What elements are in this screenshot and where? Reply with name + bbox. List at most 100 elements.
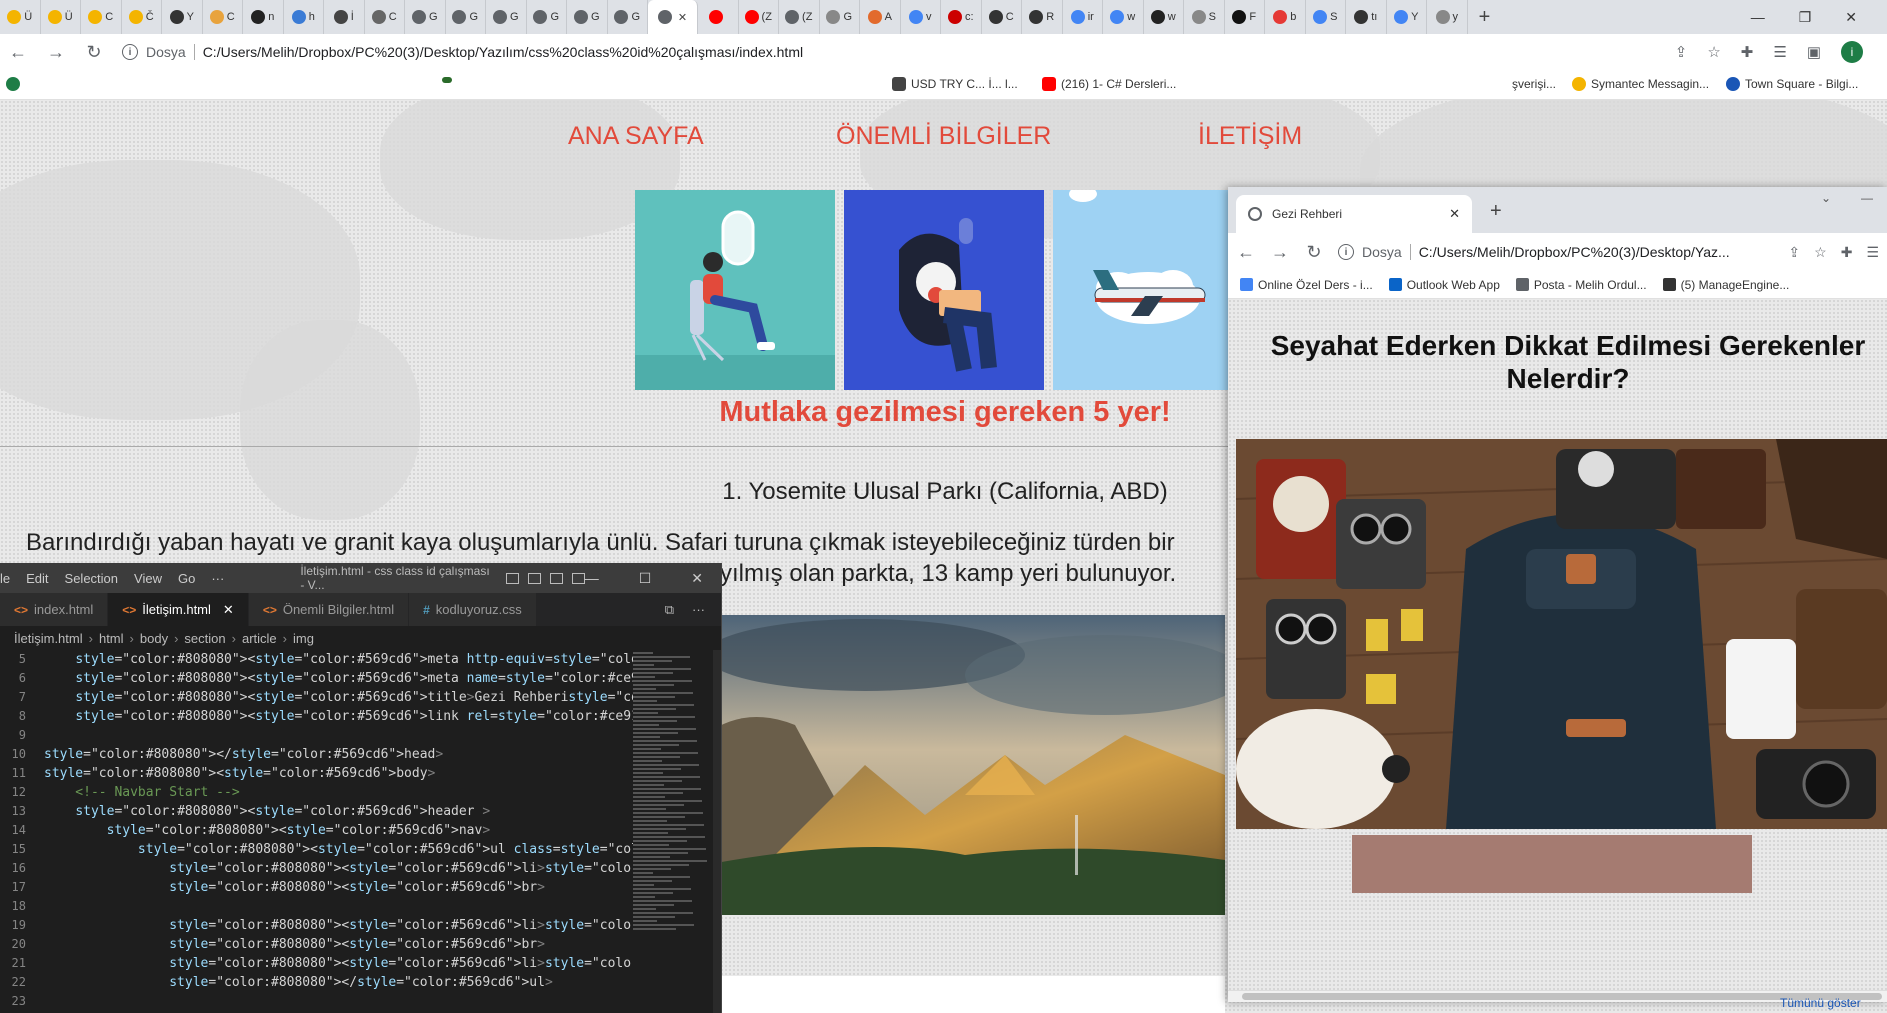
browser-tab[interactable]: G <box>567 0 608 34</box>
code-line[interactable]: 20 style="color:#808080"><style="color:#… <box>0 935 721 954</box>
close-tab-icon[interactable]: ✕ <box>678 11 687 24</box>
code-line[interactable]: 17 style="color:#808080"><style="color:#… <box>0 878 721 897</box>
browser-tab[interactable]: w <box>1103 0 1144 34</box>
code-line[interactable]: 7 style="color:#808080"><style="color:#5… <box>0 688 721 707</box>
code-text[interactable]: style="color:#808080"><style="color:#569… <box>44 688 721 707</box>
menu-item[interactable]: Edit <box>26 571 48 586</box>
editor-tab-index[interactable]: <> index.html <box>0 593 109 626</box>
browser-tab[interactable]: F <box>1225 0 1265 34</box>
browser-tab[interactable] <box>698 0 739 34</box>
code-line[interactable]: 22 style="color:#808080"></style="color:… <box>0 973 721 992</box>
browser-tab[interactable]: G <box>486 0 527 34</box>
code-line[interactable]: 12 <!-- Navbar Start --> <box>0 783 721 802</box>
bookmark-partial-icon[interactable] <box>442 77 452 83</box>
code-line[interactable]: 16 style="color:#808080"><style="color:#… <box>0 859 721 878</box>
toggle-secondary-sidebar-icon[interactable] <box>549 572 563 584</box>
url-text[interactable]: C:/Users/Melih/Dropbox/PC%20(3)/Desktop/… <box>1419 244 1730 260</box>
info-icon[interactable]: i <box>122 44 138 60</box>
editor-scrollbar[interactable] <box>713 650 721 1013</box>
split-editor-icon[interactable]: ⧉ <box>665 602 674 618</box>
browser-tab[interactable]: Ü <box>0 0 41 34</box>
bookmark-item[interactable]: Online Özel Ders - i... <box>1240 278 1373 292</box>
breadcrumb-item[interactable]: html <box>99 631 124 646</box>
code-line[interactable]: 8 style="color:#808080"><style="color:#5… <box>0 707 721 726</box>
browser-tab[interactable]: (Z <box>739 0 779 34</box>
code-line[interactable]: 18 <box>0 897 721 916</box>
show-all-link[interactable]: Tümünü göster <box>1780 996 1861 1010</box>
bookmark-item[interactable]: (216) 1- C# Dersleri... <box>1042 77 1176 91</box>
minimize-button[interactable]: — <box>1861 191 1873 205</box>
menu-item[interactable]: le <box>0 571 10 586</box>
browser-tab[interactable]: v <box>901 0 941 34</box>
browser-tab[interactable]: c: <box>941 0 982 34</box>
code-line[interactable]: 5 style="color:#808080"><style="color:#5… <box>0 650 721 669</box>
code-text[interactable]: style="color:#808080"><style="color:#569… <box>44 764 435 783</box>
browser-tab[interactable]: (Z <box>779 0 820 34</box>
bookmark-item[interactable]: Town Square - Bilgi... <box>1726 77 1858 91</box>
code-line[interactable]: 19 style="color:#808080"><style="color:#… <box>0 916 721 935</box>
bookmark-item[interactable]: Symantec Messagin... <box>1572 77 1709 91</box>
url-text[interactable]: C:/Users/Melih/Dropbox/PC%20(3)/Desktop/… <box>203 44 803 60</box>
bookmark-star-icon[interactable]: ☆ <box>1707 43 1720 61</box>
maximize-button[interactable]: ❐ <box>1799 9 1812 26</box>
code-line[interactable]: 23 <box>0 992 721 1011</box>
editor-tab-kodluyoruz-css[interactable]: # kodluyoruz.css <box>409 593 537 626</box>
reload-icon[interactable]: ↻ <box>84 42 104 63</box>
tab-search-icon[interactable]: ⌄ <box>1821 191 1831 205</box>
back-icon[interactable]: ← <box>1236 242 1256 263</box>
close-tab-icon[interactable]: ✕ <box>223 602 234 618</box>
close-button[interactable]: ✕ <box>1845 9 1857 26</box>
share-icon[interactable]: ⇪ <box>1788 244 1800 261</box>
omnibox[interactable]: i Dosya C:/Users/Melih/Dropbox/PC%20(3)/… <box>1338 244 1774 260</box>
extensions-icon[interactable]: ✚ <box>1841 244 1853 261</box>
browser-tab[interactable]: G <box>608 0 648 34</box>
code-text[interactable]: <!-- Navbar Start --> <box>44 783 239 802</box>
forward-icon[interactable]: → <box>1270 242 1290 263</box>
reading-list-icon[interactable]: ☰ <box>1866 244 1879 261</box>
code-text[interactable]: style="color:#808080"><style="color:#569… <box>44 840 721 859</box>
browser-tab[interactable]: C <box>365 0 405 34</box>
nav-link-contact[interactable]: İLETİŞİM <box>1198 122 1302 151</box>
vscode-close-button[interactable]: ✕ <box>691 570 703 587</box>
bookmark-item[interactable]: Outlook Web App <box>1388 278 1500 292</box>
breadcrumb-item[interactable]: article <box>242 631 277 646</box>
code-line[interactable]: 10 style="color:#808080"></style="color:#… <box>0 745 721 764</box>
side-panel-icon[interactable]: ▣ <box>1807 43 1821 61</box>
code-text[interactable]: style="color:#808080"></style="color:#56… <box>44 973 553 992</box>
browser-tab[interactable]: G <box>405 0 446 34</box>
reading-list-icon[interactable]: ☰ <box>1773 43 1786 61</box>
code-text[interactable]: style="color:#808080"><style="color:#569… <box>44 802 490 821</box>
code-line[interactable]: 6 style="color:#808080"><style="color:#5… <box>0 669 721 688</box>
browser-tab[interactable]: Č <box>122 0 162 34</box>
browser-tab[interactable]: R <box>1022 0 1063 34</box>
breadcrumb-item[interactable]: img <box>293 631 314 646</box>
breadcrumb-item[interactable]: section <box>184 631 225 646</box>
browser-tab[interactable]: ir <box>1063 0 1103 34</box>
profile-avatar[interactable]: i <box>1841 41 1863 63</box>
info-icon[interactable]: i <box>1338 244 1354 260</box>
code-line[interactable]: 11 style="color:#808080"><style="color:#5… <box>0 764 721 783</box>
vscode-minimize-button[interactable]: — <box>585 570 599 587</box>
browser-tab[interactable]: C <box>982 0 1022 34</box>
bookmark-item[interactable]: USD TRY C... İ... l... <box>892 77 1018 91</box>
browser-tab[interactable]: y <box>1427 0 1468 34</box>
toggle-panel-icon[interactable] <box>527 572 541 584</box>
breadcrumb-item[interactable]: body <box>140 631 168 646</box>
browser-tab[interactable]: S <box>1184 0 1225 34</box>
bookmark-item[interactable]: Posta - Melih Ordul... <box>1515 278 1647 292</box>
reload-icon[interactable]: ↻ <box>1304 242 1324 263</box>
vscode-maximize-button[interactable]: ☐ <box>639 570 652 587</box>
browser-tab[interactable]: n <box>243 0 284 34</box>
editor-tab-iletisim[interactable]: <> İletişim.html ✕ <box>108 593 249 626</box>
forward-icon[interactable]: → <box>46 42 66 63</box>
menu-item[interactable]: ··· <box>211 571 224 586</box>
browser-tab[interactable]: A <box>860 0 901 34</box>
code-text[interactable]: style="color:#808080"><style="color:#569… <box>44 859 721 878</box>
new-tab-button[interactable]: + <box>1490 200 1502 223</box>
breadcrumb-item[interactable]: İletişim.html <box>14 631 83 646</box>
back-icon[interactable]: ← <box>8 42 28 63</box>
code-text[interactable]: style="color:#808080"><style="color:#569… <box>44 669 721 688</box>
minimap[interactable] <box>633 650 713 1013</box>
browser-tab[interactable]: tı <box>1346 0 1387 34</box>
browser-tab[interactable]: h <box>284 0 324 34</box>
